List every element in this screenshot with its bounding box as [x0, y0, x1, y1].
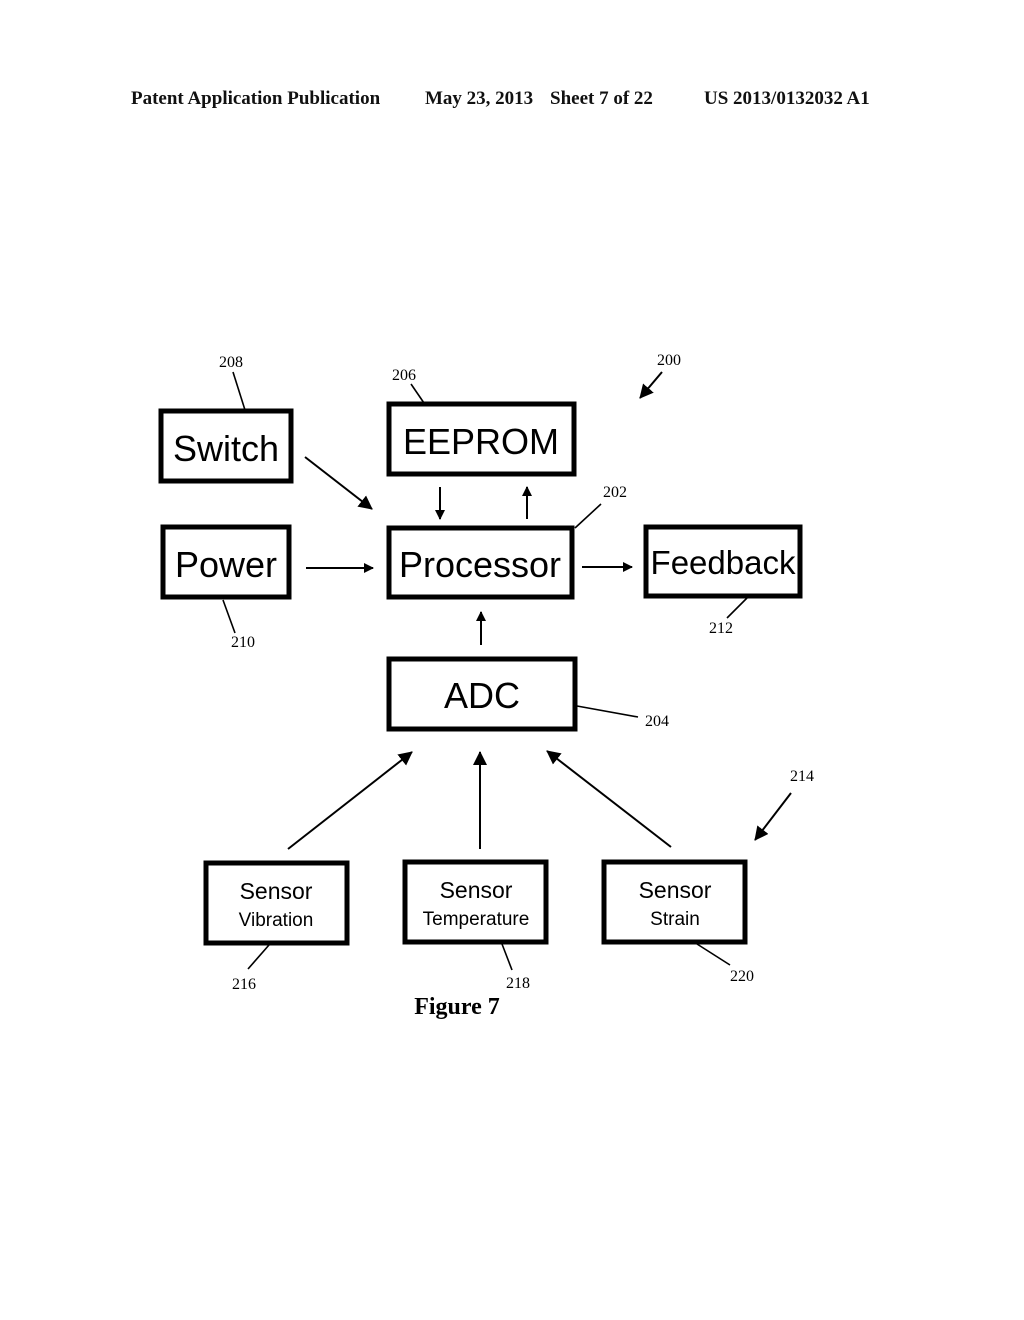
processor-ref: 202	[603, 484, 627, 501]
sensor-vibration-label: Sensor	[240, 878, 313, 904]
sensor-vibration-sublabel: Vibration	[239, 910, 314, 931]
arrow-switch-to-processor	[304, 456, 373, 510]
switch-block: Switch	[158, 408, 294, 484]
feedback-ref: 212	[709, 620, 733, 637]
figure-caption: Figure 7	[414, 994, 500, 1020]
eeprom-leader	[410, 383, 425, 404]
sensor-temperature-label: Sensor	[440, 877, 513, 903]
adc-label: ADC	[444, 675, 520, 716]
power-label: Power	[175, 544, 277, 585]
switch-ref: 208	[219, 354, 243, 371]
adc-leader	[576, 705, 639, 718]
feedback-label: Feedback	[651, 544, 796, 581]
adc-block: ADC	[386, 656, 578, 732]
switch-leader	[232, 371, 246, 411]
eeprom-ref: 206	[392, 367, 416, 384]
sensor-temperature-leader	[501, 943, 513, 971]
system-ref-label: 200	[657, 352, 681, 369]
block-diagram: 200 Switch 208 EEPROM 206 Power 210 Proc…	[158, 352, 814, 1020]
eeprom-block: EEPROM	[386, 401, 577, 477]
sensor-strain-sublabel: Strain	[650, 909, 700, 930]
adc-ref: 204	[645, 713, 669, 730]
sensor-strain-ref: 220	[730, 968, 754, 985]
power-block: Power	[160, 524, 292, 600]
sensor-group-ref-label: 214	[790, 768, 814, 785]
processor-leader	[574, 503, 602, 529]
sensor-strain-label: Sensor	[639, 877, 712, 903]
system-ref-arrow	[639, 371, 663, 399]
sensor-temperature-ref: 218	[506, 975, 530, 992]
feedback-block: Feedback	[643, 524, 803, 599]
power-ref: 210	[231, 634, 255, 651]
sensor-temperature-block: Sensor Temperature	[402, 859, 549, 945]
sensor-vibration-block: Sensor Vibration	[203, 860, 350, 946]
sensor-strain-leader	[696, 943, 731, 966]
sensor-strain-block: Sensor Strain	[601, 859, 748, 945]
feedback-leader	[726, 597, 748, 619]
power-leader	[222, 599, 236, 634]
sensor-group-ref-arrow	[754, 792, 792, 841]
processor-block: Processor	[386, 525, 575, 600]
eeprom-label: EEPROM	[403, 421, 559, 462]
sensor-temperature-sublabel: Temperature	[423, 909, 530, 930]
switch-label: Switch	[173, 428, 279, 469]
arrow-strain-to-adc	[546, 750, 672, 848]
processor-label: Processor	[399, 544, 561, 585]
sensor-vibration-leader	[247, 944, 270, 970]
arrow-vibration-to-adc	[287, 751, 413, 850]
sensor-vibration-ref: 216	[232, 976, 256, 993]
